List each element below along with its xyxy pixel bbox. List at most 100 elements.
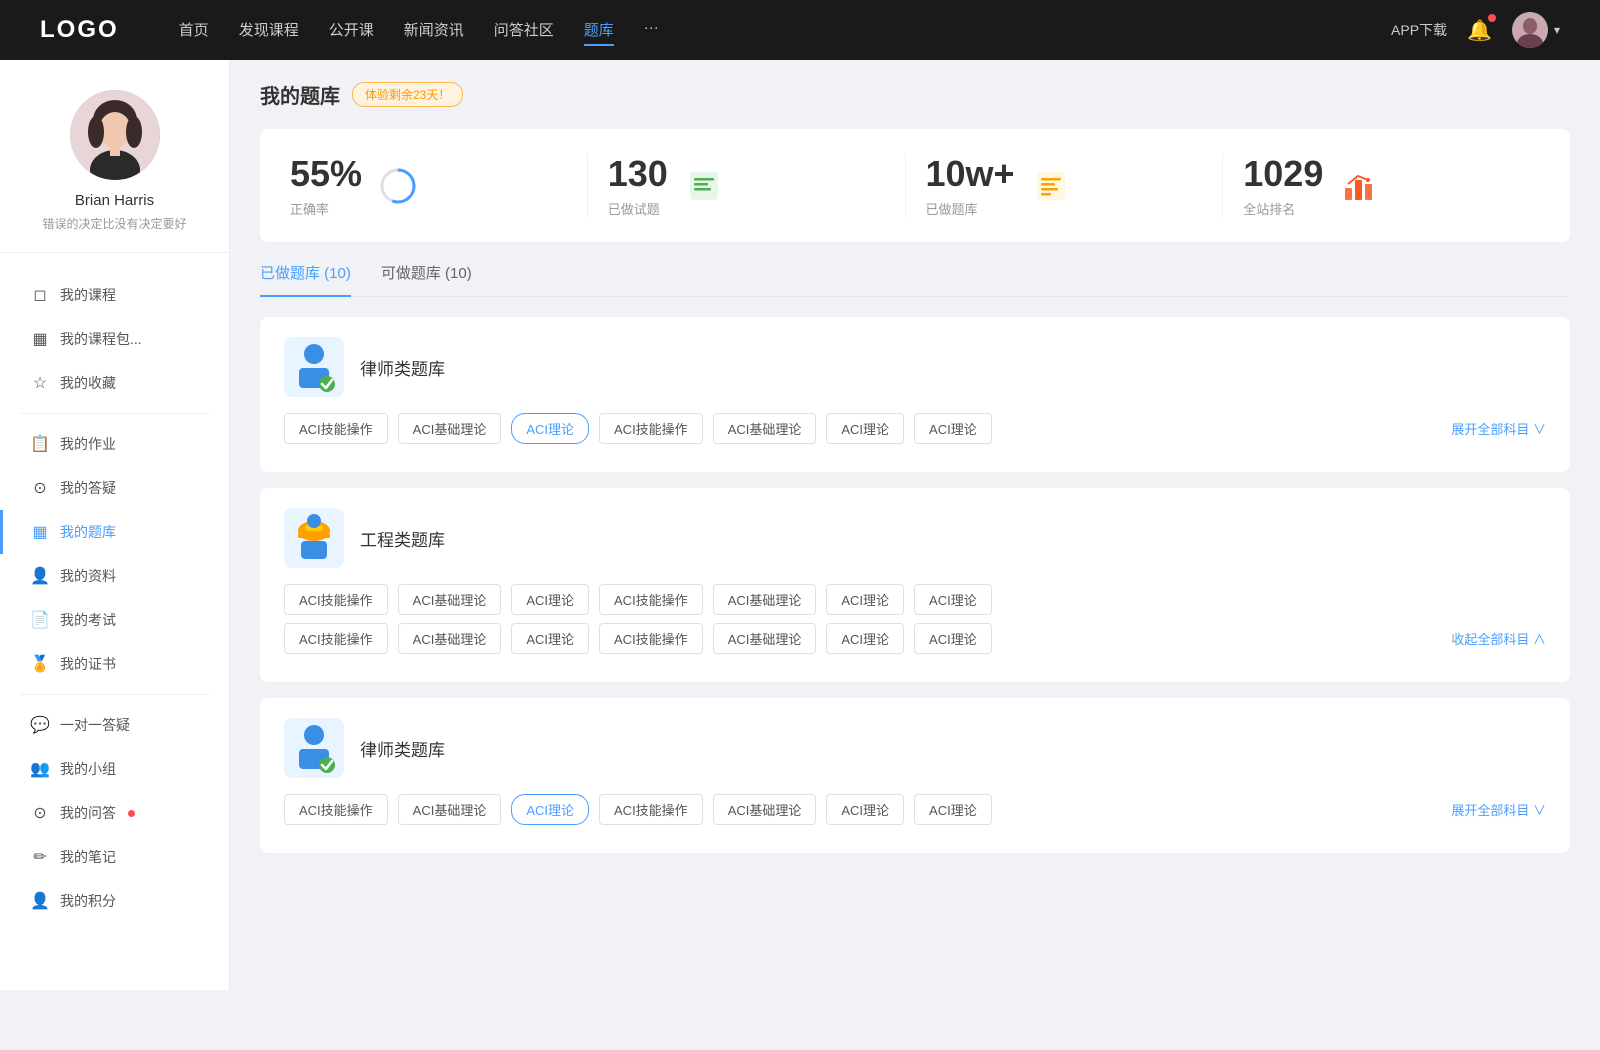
eng-tag-4[interactable]: ACI技能操作 bbox=[599, 584, 703, 615]
questions-icon bbox=[684, 166, 724, 206]
bank-card-engineer: 工程类题库 ACI技能操作 ACI基础理论 ACI理论 ACI技能操作 ACI基… bbox=[260, 488, 1570, 682]
menu-divider-2 bbox=[20, 694, 209, 695]
eng-tag-r2-5[interactable]: ACI基础理论 bbox=[713, 623, 817, 654]
l2-tag-2[interactable]: ACI基础理论 bbox=[398, 794, 502, 825]
document-icon: ◻ bbox=[30, 285, 50, 305]
sidebar-item-qa[interactable]: ⊙ 我的答疑 bbox=[0, 466, 229, 510]
menu-label-my-qa: 我的问答 bbox=[60, 803, 116, 823]
menu-label-points: 我的积分 bbox=[60, 891, 116, 911]
menu-label-course-package: 我的课程包... bbox=[60, 329, 142, 349]
sidebar-item-certificate[interactable]: 🏅 我的证书 bbox=[0, 642, 229, 686]
stat-banks-number: 10w+ bbox=[926, 153, 1015, 195]
eng-tag-2[interactable]: ACI基础理论 bbox=[398, 584, 502, 615]
person-icon: 👤 bbox=[30, 566, 50, 586]
sidebar-user-motto: 错误的决定比没有决定要好 bbox=[20, 215, 209, 232]
sidebar-item-homework[interactable]: 📋 我的作业 bbox=[0, 422, 229, 466]
eng-tag-r2-3[interactable]: ACI理论 bbox=[511, 623, 589, 654]
tag-2[interactable]: ACI基础理论 bbox=[398, 413, 502, 444]
bank-title-lawyer-2: 律师类题库 bbox=[360, 736, 445, 761]
bank-card-lawyer-2: 律师类题库 ACI技能操作 ACI基础理论 ACI理论 ACI技能操作 ACI基… bbox=[260, 698, 1570, 853]
l2-tag-6[interactable]: ACI理论 bbox=[826, 794, 904, 825]
stats-card: 55% 正确率 130 已做试题 bbox=[260, 129, 1570, 242]
tab-done[interactable]: 已做题库 (10) bbox=[260, 262, 351, 297]
menu-label-one-on-one: 一对一答疑 bbox=[60, 715, 130, 735]
menu-label-homework: 我的作业 bbox=[60, 434, 116, 454]
page-title: 我的题库 bbox=[260, 80, 340, 109]
sidebar-menu: ◻ 我的课程 ▦ 我的课程包... ☆ 我的收藏 📋 我的作业 ⊙ 我的答疑 ▦ bbox=[0, 263, 229, 933]
eng-tag-1[interactable]: ACI技能操作 bbox=[284, 584, 388, 615]
stat-ranking-label: 全站排名 bbox=[1243, 199, 1323, 218]
sidebar-item-my-qa[interactable]: ⊙ 我的问答 bbox=[0, 791, 229, 835]
notification-bell[interactable]: 🔔 bbox=[1467, 18, 1492, 43]
eng-tag-7[interactable]: ACI理论 bbox=[914, 584, 992, 615]
eng-tag-3[interactable]: ACI理论 bbox=[511, 584, 589, 615]
header-avatar bbox=[1512, 12, 1548, 48]
stat-accuracy-label: 正确率 bbox=[290, 199, 362, 218]
stat-questions-label: 已做试题 bbox=[608, 199, 668, 218]
eng-tag-r2-2[interactable]: ACI基础理论 bbox=[398, 623, 502, 654]
bank-card-engineer-header: 工程类题库 bbox=[284, 508, 1546, 568]
sidebar-item-one-on-one[interactable]: 💬 一对一答疑 bbox=[0, 703, 229, 747]
app-download-btn[interactable]: APP下载 bbox=[1391, 20, 1447, 40]
sidebar-item-exam[interactable]: 📄 我的考试 bbox=[0, 598, 229, 642]
menu-label-group: 我的小组 bbox=[60, 759, 116, 779]
sidebar-user-name: Brian Harris bbox=[20, 192, 209, 209]
bank-tags-engineer-row2: ACI技能操作 ACI基础理论 ACI理论 ACI技能操作 ACI基础理论 AC… bbox=[284, 623, 1546, 654]
sidebar-item-group[interactable]: 👥 我的小组 bbox=[0, 747, 229, 791]
bank-card-lawyer-1-header: 律师类题库 bbox=[284, 337, 1546, 397]
eng-tag-r2-4[interactable]: ACI技能操作 bbox=[599, 623, 703, 654]
accuracy-icon bbox=[378, 166, 418, 206]
expand-btn-lawyer-2[interactable]: 展开全部科目 ∨ bbox=[1451, 800, 1546, 819]
group-icon: 👥 bbox=[30, 759, 50, 779]
l2-tag-3-active[interactable]: ACI理论 bbox=[511, 794, 589, 825]
tag-6[interactable]: ACI理论 bbox=[826, 413, 904, 444]
sidebar-item-favorites[interactable]: ☆ 我的收藏 bbox=[0, 361, 229, 405]
bank-title-lawyer-1: 律师类题库 bbox=[360, 355, 445, 380]
lawyer-bank-icon-2 bbox=[284, 718, 344, 778]
sidebar-item-course-package[interactable]: ▦ 我的课程包... bbox=[0, 317, 229, 361]
sidebar-item-my-course[interactable]: ◻ 我的课程 bbox=[0, 273, 229, 317]
tab-available[interactable]: 可做题库 (10) bbox=[381, 262, 472, 297]
stat-banks-done: 10w+ 已做题库 bbox=[906, 153, 1224, 218]
menu-label-notes: 我的笔记 bbox=[60, 847, 116, 867]
user-avatar-btn[interactable]: ▾ bbox=[1512, 12, 1560, 48]
stat-banks-label: 已做题库 bbox=[926, 199, 1015, 218]
tag-5[interactable]: ACI基础理论 bbox=[713, 413, 817, 444]
eng-tag-r2-6[interactable]: ACI理论 bbox=[826, 623, 904, 654]
nav-qa[interactable]: 问答社区 bbox=[494, 15, 554, 46]
sidebar-item-notes[interactable]: ✏ 我的笔记 bbox=[0, 835, 229, 879]
clipboard-icon: 📋 bbox=[30, 434, 50, 454]
nav-question-bank[interactable]: 题库 bbox=[584, 15, 614, 46]
nav-more[interactable]: ··· bbox=[644, 15, 659, 46]
l2-tag-5[interactable]: ACI基础理论 bbox=[713, 794, 817, 825]
question-circle-icon: ⊙ bbox=[30, 478, 50, 498]
l2-tag-7[interactable]: ACI理论 bbox=[914, 794, 992, 825]
tag-7[interactable]: ACI理论 bbox=[914, 413, 992, 444]
eng-tag-5[interactable]: ACI基础理论 bbox=[713, 584, 817, 615]
nav-discover[interactable]: 发现课程 bbox=[239, 15, 299, 46]
tag-1[interactable]: ACI技能操作 bbox=[284, 413, 388, 444]
l2-tag-4[interactable]: ACI技能操作 bbox=[599, 794, 703, 825]
banks-icon bbox=[1031, 166, 1071, 206]
nav-news[interactable]: 新闻资讯 bbox=[404, 15, 464, 46]
bank-title-engineer: 工程类题库 bbox=[360, 526, 445, 551]
nav-home[interactable]: 首页 bbox=[179, 15, 209, 46]
eng-tag-6[interactable]: ACI理论 bbox=[826, 584, 904, 615]
eng-tag-r2-7[interactable]: ACI理论 bbox=[914, 623, 992, 654]
nav-open-course[interactable]: 公开课 bbox=[329, 15, 374, 46]
sidebar-item-question-bank[interactable]: ▦ 我的题库 bbox=[0, 510, 229, 554]
sidebar-item-my-data[interactable]: 👤 我的资料 bbox=[0, 554, 229, 598]
tag-3-active[interactable]: ACI理论 bbox=[511, 413, 589, 444]
sidebar-item-points[interactable]: 👤 我的积分 bbox=[0, 879, 229, 923]
main-content: 我的题库 体验剩余23天！ 55% 正确率 bbox=[230, 60, 1600, 990]
notification-badge bbox=[1488, 14, 1496, 22]
stat-ranking: 1029 全站排名 bbox=[1223, 153, 1540, 218]
collapse-btn-engineer[interactable]: 收起全部科目 ∧ bbox=[1451, 629, 1546, 648]
expand-btn-lawyer-1[interactable]: 展开全部科目 ∨ bbox=[1451, 419, 1546, 438]
content-tabs: 已做题库 (10) 可做题库 (10) bbox=[260, 262, 1570, 297]
l2-tag-1[interactable]: ACI技能操作 bbox=[284, 794, 388, 825]
header-right: APP下载 🔔 ▾ bbox=[1391, 12, 1560, 48]
eng-tag-r2-1[interactable]: ACI技能操作 bbox=[284, 623, 388, 654]
tag-4[interactable]: ACI技能操作 bbox=[599, 413, 703, 444]
bank-card-lawyer-1: 律师类题库 ACI技能操作 ACI基础理论 ACI理论 ACI技能操作 ACI基… bbox=[260, 317, 1570, 472]
